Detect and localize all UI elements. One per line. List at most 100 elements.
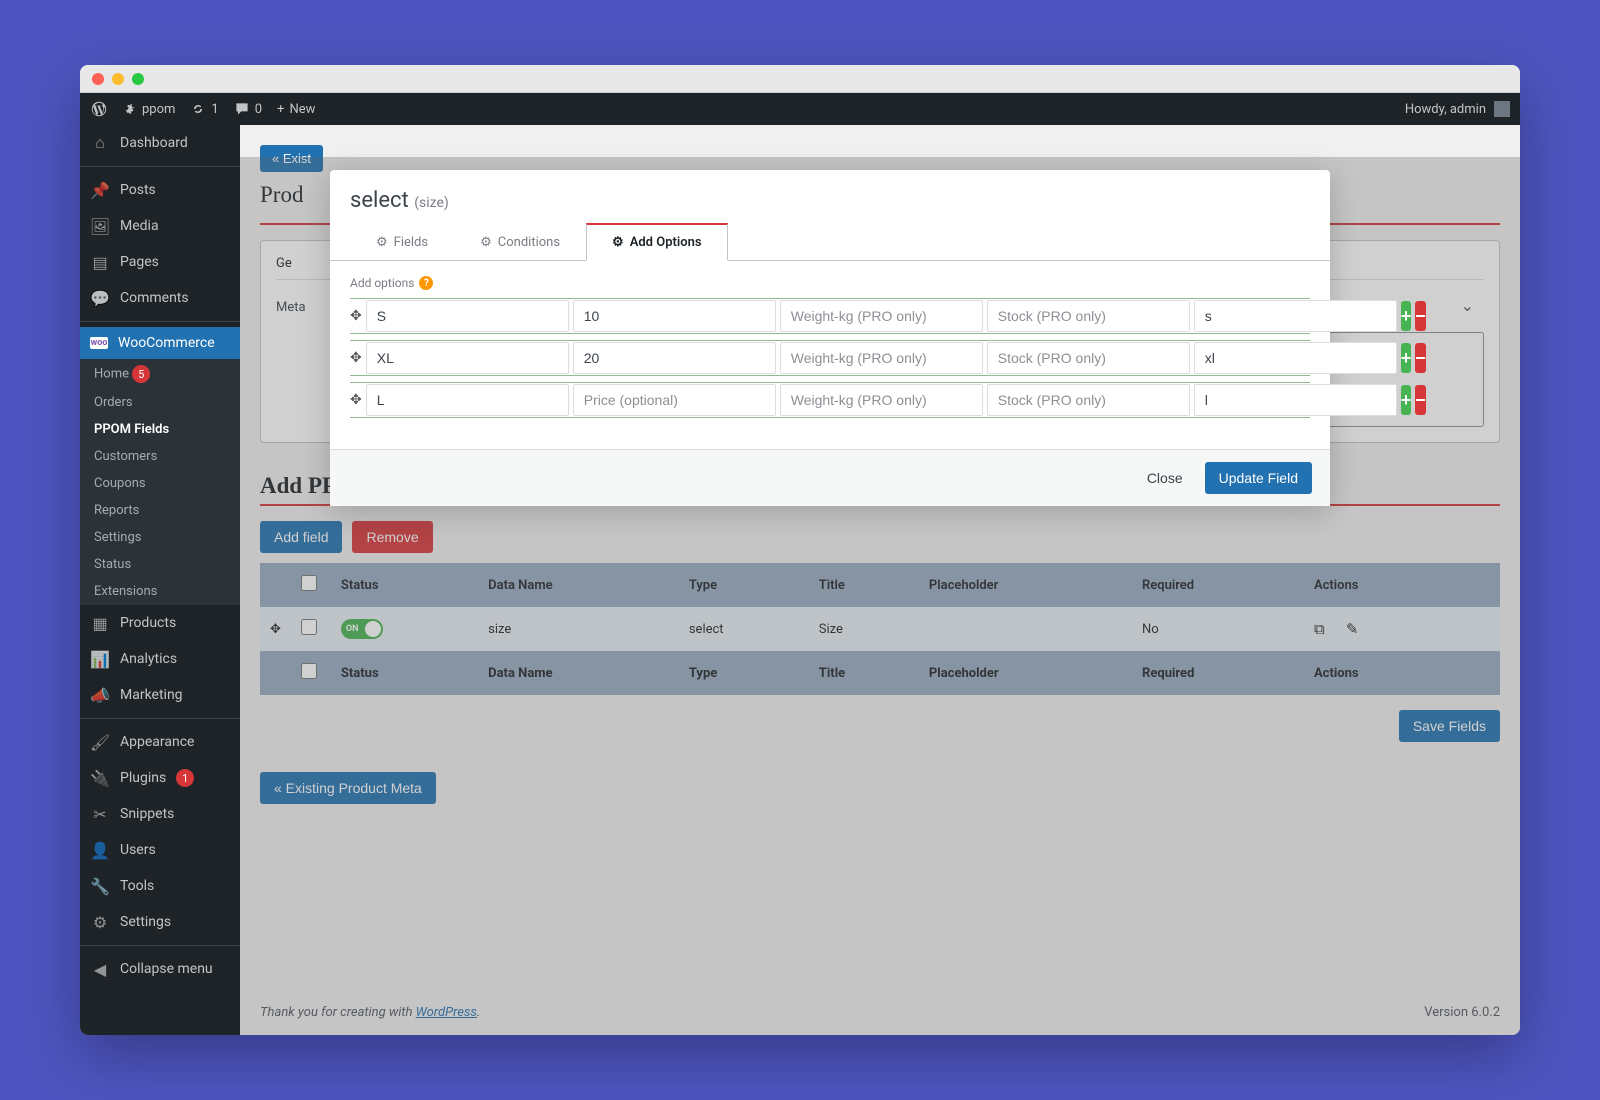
howdy-text[interactable]: Howdy, admin xyxy=(1405,102,1486,117)
option-row: ✥ + − xyxy=(350,340,1310,376)
admin-sidebar: ⌂Dashboard 📌Posts 🖼Media ▤Pages 💬Comment… xyxy=(80,125,240,1035)
menu-appearance[interactable]: 🖌Appearance xyxy=(80,724,240,760)
gear-icon: ⚙ xyxy=(480,235,492,250)
menu-pages[interactable]: ▤Pages xyxy=(80,244,240,280)
submenu-extensions[interactable]: Extensions xyxy=(80,578,240,605)
option-label-input[interactable] xyxy=(366,300,569,332)
collapse-menu[interactable]: ◀Collapse menu xyxy=(80,951,240,987)
option-price-input[interactable] xyxy=(573,300,776,332)
page-icon: ▤ xyxy=(90,252,110,272)
option-weight-input[interactable] xyxy=(780,384,983,416)
drag-handle-icon[interactable]: ✥ xyxy=(350,350,362,366)
scissors-icon: ✂ xyxy=(90,804,110,824)
remove-option-button[interactable]: − xyxy=(1415,385,1426,415)
modal-subtitle: (size) xyxy=(414,195,449,211)
modal-title: select xyxy=(350,188,409,213)
analytics-icon: 📊 xyxy=(90,649,110,669)
plus-icon: + xyxy=(277,102,284,117)
field-editor-modal: select (size) ⚙Fields ⚙Conditions ⚙Add O… xyxy=(330,170,1330,506)
submenu-status[interactable]: Status xyxy=(80,551,240,578)
comment-icon: 💬 xyxy=(90,288,110,308)
menu-users[interactable]: 👤Users xyxy=(80,832,240,868)
option-label-input[interactable] xyxy=(366,342,569,374)
gauge-icon: ⌂ xyxy=(90,133,110,153)
menu-media[interactable]: 🖼Media xyxy=(80,208,240,244)
update-field-button[interactable]: Update Field xyxy=(1205,462,1312,494)
submenu-home[interactable]: Home 5 xyxy=(80,359,240,389)
menu-plugins[interactable]: 🔌Plugins 1 xyxy=(80,760,240,796)
submenu-settings[interactable]: Settings xyxy=(80,524,240,551)
sliders-icon: ⚙ xyxy=(90,912,110,932)
option-weight-input[interactable] xyxy=(780,342,983,374)
menu-marketing[interactable]: 📣Marketing xyxy=(80,677,240,713)
menu-products[interactable]: ▦Products xyxy=(80,605,240,641)
submenu-customers[interactable]: Customers xyxy=(80,443,240,470)
option-row: ✥ + − xyxy=(350,298,1310,334)
wrench-icon: 🔧 xyxy=(90,876,110,896)
avatar[interactable] xyxy=(1494,101,1510,117)
remove-option-button[interactable]: − xyxy=(1415,343,1426,373)
option-stock-input[interactable] xyxy=(987,384,1190,416)
home-badge: 5 xyxy=(132,365,150,383)
updates-link[interactable]: 1 xyxy=(190,101,218,117)
tab-fields[interactable]: ⚙Fields xyxy=(350,223,454,261)
comments-count: 0 xyxy=(255,102,262,117)
collapse-icon: ◀ xyxy=(90,959,110,979)
admin-bar: ppom 1 0 + New Howdy, admin xyxy=(80,93,1520,125)
help-icon[interactable]: ? xyxy=(419,276,433,290)
option-id-input[interactable] xyxy=(1194,342,1397,374)
brush-icon: 🖌 xyxy=(90,732,110,752)
drag-handle-icon[interactable]: ✥ xyxy=(350,392,362,408)
menu-tools[interactable]: 🔧Tools xyxy=(80,868,240,904)
media-icon: 🖼 xyxy=(90,216,110,236)
menu-analytics[interactable]: 📊Analytics xyxy=(80,641,240,677)
option-id-input[interactable] xyxy=(1194,384,1397,416)
updates-count: 1 xyxy=(211,102,218,117)
new-label: New xyxy=(289,102,315,117)
site-name: ppom xyxy=(142,102,175,117)
submenu-ppom[interactable]: PPOM Fields xyxy=(80,416,240,443)
add-options-label: Add options xyxy=(350,276,414,290)
option-stock-input[interactable] xyxy=(987,300,1190,332)
pin-icon: 📌 xyxy=(90,180,110,200)
menu-woocommerce[interactable]: wooWooCommerce xyxy=(80,327,240,359)
plug-icon: 🔌 xyxy=(90,768,110,788)
gear-icon: ⚙ xyxy=(612,235,624,250)
drag-handle-icon[interactable]: ✥ xyxy=(350,308,362,324)
mac-titlebar xyxy=(80,65,1520,93)
menu-comments[interactable]: 💬Comments xyxy=(80,280,240,316)
option-price-input[interactable] xyxy=(573,384,776,416)
plugins-badge: 1 xyxy=(176,769,194,787)
option-stock-input[interactable] xyxy=(987,342,1190,374)
add-option-button[interactable]: + xyxy=(1401,301,1412,331)
comments-link[interactable]: 0 xyxy=(234,101,262,117)
option-label-input[interactable] xyxy=(366,384,569,416)
new-link[interactable]: + New xyxy=(277,102,315,117)
user-icon: 👤 xyxy=(90,840,110,860)
menu-settings[interactable]: ⚙Settings xyxy=(80,904,240,940)
close-button[interactable]: Close xyxy=(1137,462,1193,494)
tab-conditions[interactable]: ⚙Conditions xyxy=(454,223,586,261)
option-row: ✥ + − xyxy=(350,382,1310,418)
submenu-reports[interactable]: Reports xyxy=(80,497,240,524)
menu-dashboard[interactable]: ⌂Dashboard xyxy=(80,125,240,161)
woo-icon: woo xyxy=(90,337,108,349)
add-option-button[interactable]: + xyxy=(1401,385,1412,415)
wp-logo-icon[interactable] xyxy=(90,100,108,118)
menu-posts[interactable]: 📌Posts xyxy=(80,172,240,208)
menu-snippets[interactable]: ✂Snippets xyxy=(80,796,240,832)
remove-option-button[interactable]: − xyxy=(1415,301,1426,331)
option-weight-input[interactable] xyxy=(780,300,983,332)
option-id-input[interactable] xyxy=(1194,300,1397,332)
site-link[interactable]: ppom xyxy=(123,102,175,117)
option-price-input[interactable] xyxy=(573,342,776,374)
submenu-coupons[interactable]: Coupons xyxy=(80,470,240,497)
window-maximize-dot[interactable] xyxy=(132,73,144,85)
tab-add-options[interactable]: ⚙Add Options xyxy=(586,223,728,261)
add-option-button[interactable]: + xyxy=(1401,343,1412,373)
marketing-icon: 📣 xyxy=(90,685,110,705)
window-minimize-dot[interactable] xyxy=(112,73,124,85)
window-close-dot[interactable] xyxy=(92,73,104,85)
submenu-orders[interactable]: Orders xyxy=(80,389,240,416)
gear-icon: ⚙ xyxy=(376,235,388,250)
